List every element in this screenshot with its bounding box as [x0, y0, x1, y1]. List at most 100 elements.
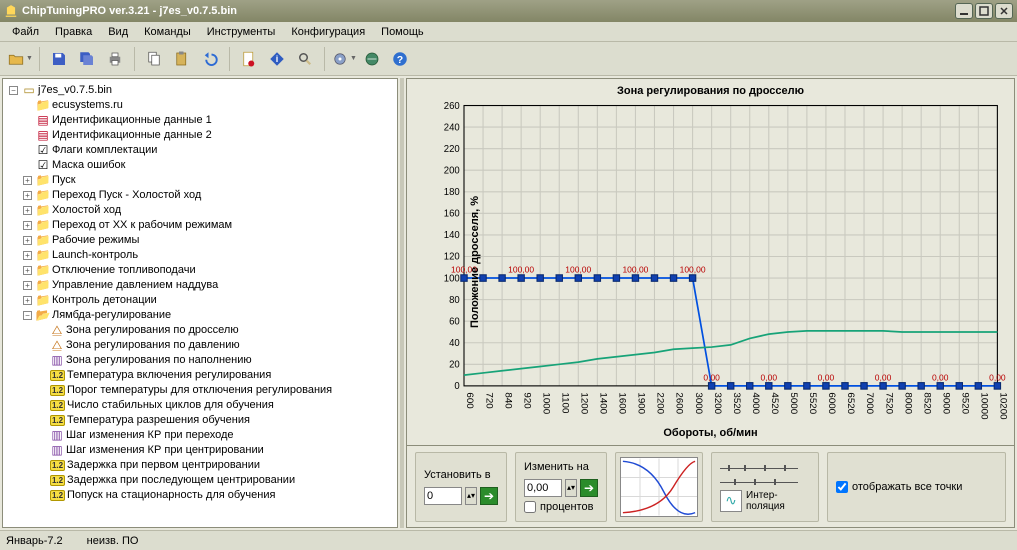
- tree-item-label: Шаг изменения КР при переходе: [66, 428, 234, 443]
- set-apply-button[interactable]: ➔: [480, 487, 498, 505]
- find-icon[interactable]: [291, 45, 319, 73]
- range-top-icon[interactable]: [720, 462, 798, 474]
- tree-leaf[interactable]: ⧋Зона регулирования по давлению: [35, 338, 395, 353]
- tree-item[interactable]: ☑Маска ошибок: [21, 158, 395, 173]
- folder-icon: 📁: [36, 234, 50, 248]
- collapse-icon[interactable]: −: [23, 311, 32, 320]
- tree-leaf[interactable]: 1.2Число стабильных циклов для обучения: [35, 398, 395, 413]
- change-value-input[interactable]: [524, 479, 562, 497]
- tree-folder[interactable]: +📁Отключение топливоподачи: [21, 263, 395, 278]
- set-spin-icon[interactable]: ▴▾: [465, 487, 477, 505]
- expand-icon[interactable]: +: [23, 191, 32, 200]
- tree-panel[interactable]: − ▭ j7es_v0.7.5.bin 📁ecusystems.ru▤Идент…: [2, 78, 398, 528]
- help-icon[interactable]: ?: [386, 45, 414, 73]
- expand-icon[interactable]: +: [23, 176, 32, 185]
- tree-folder[interactable]: +📁Переход от XX к рабочим режимам: [21, 218, 395, 233]
- tree-leaf[interactable]: ⧋Зона регулирования по дросселю: [35, 323, 395, 338]
- tree[interactable]: − ▭ j7es_v0.7.5.bin 📁ecusystems.ru▤Идент…: [5, 83, 395, 503]
- menu-config[interactable]: Конфигурация: [285, 24, 371, 40]
- tree-leaf[interactable]: 1.2Задержка при последующем центрировани…: [35, 473, 395, 488]
- expand-icon[interactable]: +: [23, 266, 32, 275]
- set-value-input[interactable]: [424, 487, 462, 505]
- notes-icon[interactable]: [235, 45, 263, 73]
- range-bottom-icon[interactable]: [720, 476, 798, 488]
- chart-icon: ⧋: [50, 339, 64, 353]
- menu-commands[interactable]: Команды: [138, 24, 197, 40]
- show-all-points-checkbox[interactable]: [836, 481, 848, 493]
- menu-tools[interactable]: Инструменты: [201, 24, 282, 40]
- tree-item-label: Шаг изменения КР при центрировании: [66, 443, 264, 458]
- menu-file[interactable]: Файл: [6, 24, 45, 40]
- open-icon[interactable]: ▼: [6, 45, 34, 73]
- tree-leaf[interactable]: ▥Шаг изменения КР при центрировании: [35, 443, 395, 458]
- window-title: ChipTuningPRO ver.3.21 - j7es_v0.7.5.bin: [22, 5, 955, 17]
- svg-text:120: 120: [444, 252, 460, 263]
- tree-leaf[interactable]: 1.2Порог температуры для отключения регу…: [35, 383, 395, 398]
- tree-folder[interactable]: +📁Рабочие режимы: [21, 233, 395, 248]
- tree-item[interactable]: ☑Флаги комплектации: [21, 143, 395, 158]
- splitter[interactable]: [400, 78, 404, 528]
- menu-help[interactable]: Помощь: [375, 24, 430, 40]
- collapse-icon[interactable]: −: [9, 86, 18, 95]
- number-icon: 1.2: [50, 400, 65, 411]
- tree-item[interactable]: ▤Идентификационные данные 2: [21, 128, 395, 143]
- tree-leaf[interactable]: ▥Зона регулирования по наполнению: [35, 353, 395, 368]
- paste-icon[interactable]: [168, 45, 196, 73]
- tree-item[interactable]: ▤Идентификационные данные 1: [21, 113, 395, 128]
- database-icon: ▭: [22, 84, 36, 98]
- tree-folder[interactable]: +📁Launch-контроль: [21, 248, 395, 263]
- tree-item-label: Зона регулирования по дросселю: [66, 323, 239, 338]
- tools-icon[interactable]: ▼: [330, 45, 358, 73]
- tree-leaf[interactable]: 1.2Температура разрешения обучения: [35, 413, 395, 428]
- copy-icon[interactable]: [140, 45, 168, 73]
- expand-icon[interactable]: +: [23, 281, 32, 290]
- expand-icon[interactable]: +: [23, 236, 32, 245]
- tree-folder[interactable]: +📁Управление давлением наддува: [21, 278, 395, 293]
- chart-plot[interactable]: Положение дросселя, % 020406080100120140…: [413, 99, 1008, 425]
- tree-item-label: Температура разрешения обучения: [67, 413, 250, 428]
- tree-leaf[interactable]: ▥Шаг изменения КР при переходе: [35, 428, 395, 443]
- folder-open-icon: 📂: [36, 309, 50, 323]
- minimize-button[interactable]: [955, 3, 973, 19]
- svg-text:100,00: 100,00: [565, 265, 591, 275]
- info-icon[interactable]: i: [263, 45, 291, 73]
- change-value-label: Изменить на: [524, 461, 598, 473]
- expand-icon[interactable]: +: [23, 206, 32, 215]
- expand-icon[interactable]: +: [23, 251, 32, 260]
- svg-text:5000: 5000: [788, 392, 799, 414]
- show-all-points-label[interactable]: отображать все точки: [852, 481, 962, 493]
- tree-folder[interactable]: +📁Контроль детонации: [21, 293, 395, 308]
- tree-leaf[interactable]: 1.2Попуск на стационарность для обучения: [35, 488, 395, 503]
- change-apply-button[interactable]: ➔: [580, 479, 598, 497]
- menu-view[interactable]: Вид: [102, 24, 134, 40]
- save-all-icon[interactable]: [73, 45, 101, 73]
- expand-icon[interactable]: +: [23, 296, 32, 305]
- tree-item[interactable]: 📁ecusystems.ru: [21, 98, 395, 113]
- save-icon[interactable]: [45, 45, 73, 73]
- tree-item-label: ecusystems.ru: [52, 98, 123, 113]
- print-icon[interactable]: [101, 45, 129, 73]
- calc-icon[interactable]: [358, 45, 386, 73]
- expand-icon[interactable]: +: [23, 221, 32, 230]
- tree-folder[interactable]: +📁Холостой ход: [21, 203, 395, 218]
- percent-label[interactable]: процентов: [540, 501, 593, 513]
- tree-folder[interactable]: +📁Переход Пуск - Холостой ход: [21, 188, 395, 203]
- undo-icon[interactable]: [196, 45, 224, 73]
- tree-folder[interactable]: +📁Пуск: [21, 173, 395, 188]
- percent-checkbox[interactable]: [524, 501, 536, 513]
- menu-edit[interactable]: Правка: [49, 24, 98, 40]
- preview-group: [615, 452, 703, 522]
- svg-text:100: 100: [444, 273, 460, 284]
- svg-text:1400: 1400: [598, 392, 609, 414]
- tree-root[interactable]: − ▭ j7es_v0.7.5.bin: [7, 83, 395, 98]
- tree-folder-open[interactable]: −📂Лямбда-регулирование: [21, 308, 395, 323]
- close-button[interactable]: [995, 3, 1013, 19]
- tree-item-label: Холостой ход: [52, 203, 121, 218]
- tree-leaf[interactable]: 1.2Задержка при первом центрировании: [35, 458, 395, 473]
- interp-icon[interactable]: ∿: [720, 490, 742, 512]
- tree-leaf[interactable]: 1.2Температура включения регулирования: [35, 368, 395, 383]
- change-spin-icon[interactable]: ▴▾: [565, 479, 577, 497]
- svg-text:0,00: 0,00: [761, 372, 778, 382]
- svg-text:0,00: 0,00: [932, 372, 949, 382]
- maximize-button[interactable]: [975, 3, 993, 19]
